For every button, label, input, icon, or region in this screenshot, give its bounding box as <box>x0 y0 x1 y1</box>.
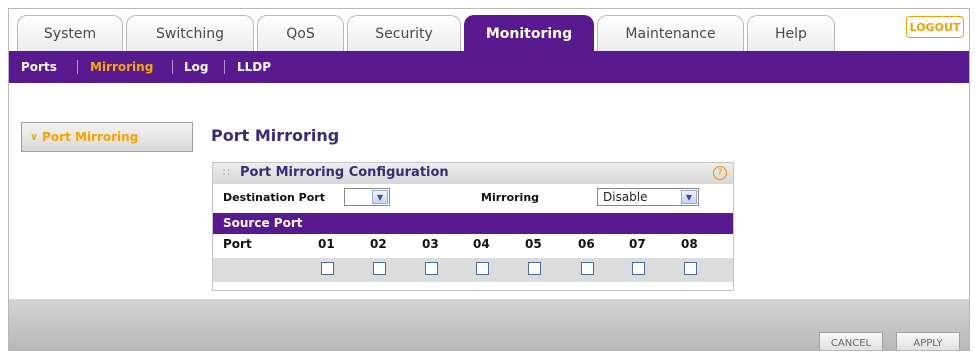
port-06-checkbox[interactable] <box>581 262 594 275</box>
chevron-down-icon: ▼ <box>681 190 697 204</box>
port-05-checkbox[interactable] <box>528 262 541 275</box>
port-01-checkbox[interactable] <box>321 262 334 275</box>
logout-button[interactable]: LOGOUT <box>906 16 964 38</box>
page-title: Port Mirroring <box>211 126 340 145</box>
port-02-checkbox[interactable] <box>373 262 386 275</box>
main-content: ∨ Port Mirroring Port Mirroring ∷ Port M… <box>9 83 969 299</box>
apply-button[interactable]: APPLY <box>896 332 960 350</box>
port-label: Port <box>223 237 252 251</box>
chevron-down-icon: ∨ <box>30 131 39 143</box>
subnav-lldp[interactable]: LLDP <box>237 51 271 83</box>
panel-header: ∷ Port Mirroring Configuration ? <box>213 163 733 184</box>
destination-port-select[interactable]: ▼ <box>344 188 390 206</box>
app-frame: System Switching QoS Security Monitoring… <box>8 8 970 351</box>
subnav-separator <box>172 60 173 74</box>
subnav-mirroring[interactable]: Mirroring <box>90 51 153 83</box>
tab-system[interactable]: System <box>17 15 123 51</box>
chevron-down-icon: ▼ <box>372 190 388 204</box>
config-row: Destination Port ▼ Mirroring Disable ▼ <box>213 184 733 211</box>
tab-switching[interactable]: Switching <box>126 15 254 51</box>
port-number: 02 <box>370 237 387 251</box>
source-port-label: Source Port <box>223 216 303 230</box>
port-number: 08 <box>681 237 698 251</box>
mirroring-label: Mirroring <box>481 191 540 204</box>
sidebar-item-label: Port Mirroring <box>42 130 139 144</box>
port-03-checkbox[interactable] <box>425 262 438 275</box>
port-number: 03 <box>422 237 439 251</box>
port-mirroring-config-panel: ∷ Port Mirroring Configuration ? Destina… <box>212 162 734 291</box>
subnav-separator <box>224 60 225 74</box>
port-08-checkbox[interactable] <box>684 262 697 275</box>
mirroring-select[interactable]: Disable ▼ <box>597 188 699 206</box>
port-number-row: Port 01 02 03 04 05 06 07 08 <box>213 237 733 254</box>
port-checkbox-row <box>213 258 733 282</box>
port-number: 05 <box>525 237 542 251</box>
port-number: 07 <box>629 237 646 251</box>
destination-port-label: Destination Port <box>223 191 325 204</box>
port-number: 06 <box>578 237 595 251</box>
footer-bar: CANCEL APPLY <box>9 299 969 350</box>
subnav-log[interactable]: Log <box>184 51 208 83</box>
subnav-separator <box>77 60 78 74</box>
port-number: 04 <box>473 237 490 251</box>
tab-monitoring[interactable]: Monitoring <box>464 15 594 51</box>
tab-help[interactable]: Help <box>747 15 835 51</box>
help-icon[interactable]: ? <box>713 166 727 180</box>
tab-maintenance[interactable]: Maintenance <box>597 15 744 51</box>
port-04-checkbox[interactable] <box>476 262 489 275</box>
mirroring-value: Disable <box>603 190 648 204</box>
tab-security[interactable]: Security <box>347 15 461 51</box>
panel-title: Port Mirroring Configuration <box>240 165 449 180</box>
collapse-icon[interactable]: ∷ <box>223 166 230 179</box>
cancel-button[interactable]: CANCEL <box>819 332 883 350</box>
port-number: 01 <box>318 237 335 251</box>
sidebar-item-port-mirroring[interactable]: ∨ Port Mirroring <box>21 122 193 152</box>
port-07-checkbox[interactable] <box>632 262 645 275</box>
source-port-header: Source Port <box>213 213 733 234</box>
tab-qos[interactable]: QoS <box>257 15 344 51</box>
sub-navigation: Ports Mirroring Log LLDP <box>9 51 969 83</box>
main-tab-bar: System Switching QoS Security Monitoring… <box>9 9 969 51</box>
subnav-ports[interactable]: Ports <box>21 51 57 83</box>
